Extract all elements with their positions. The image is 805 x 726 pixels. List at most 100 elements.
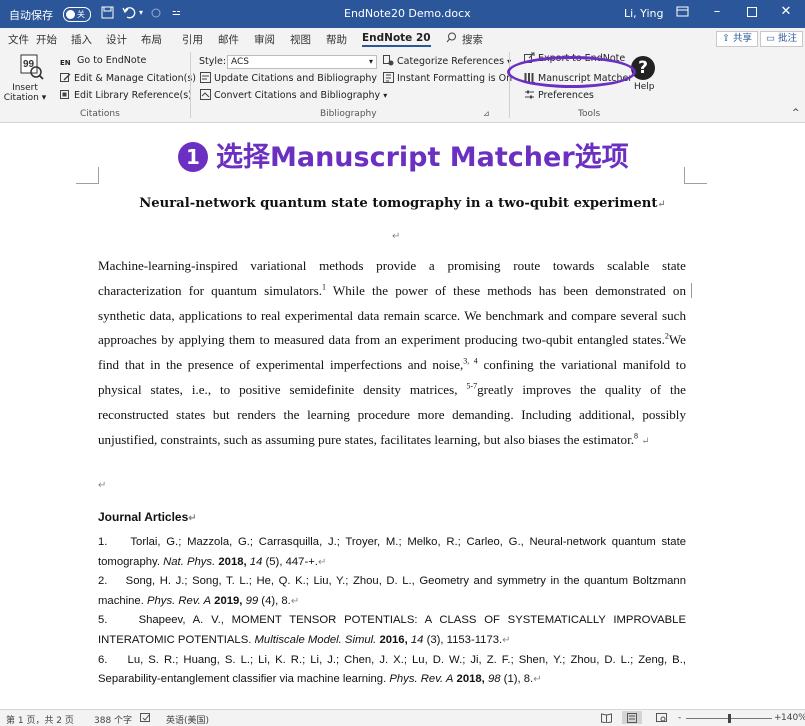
undo-icon[interactable] <box>122 6 136 23</box>
annotation-highlight-ellipse <box>507 56 636 88</box>
comment-icon: ▭ <box>766 33 775 44</box>
convert-icon <box>200 89 211 100</box>
read-mode-icon[interactable] <box>601 713 612 726</box>
zoom-out-button[interactable]: - <box>678 713 681 723</box>
web-layout-icon[interactable] <box>656 713 667 726</box>
search-icon[interactable] <box>446 32 457 46</box>
style-label: Style: <box>199 56 227 67</box>
preferences-label: Preferences <box>538 90 594 101</box>
categorize-references-button[interactable]: Categorize References ▾ <box>383 55 511 67</box>
style-dropdown[interactable]: ACS ▾ <box>227 55 377 69</box>
categorize-icon <box>383 55 394 66</box>
convert-citations-button[interactable]: Convert Citations and Bibliography ▾ <box>200 89 387 101</box>
title-bar: 自动保存 关 ▾ ⚍ EndNote20 Demo.docx Li, Ying … <box>0 0 805 28</box>
autosave-label: 自动保存 <box>9 9 53 22</box>
preferences-button[interactable]: Preferences <box>524 89 594 101</box>
maximize-icon[interactable] <box>741 4 763 21</box>
comment-label: 批注 <box>778 33 798 44</box>
categorize-label: Categorize References <box>397 56 505 67</box>
insert-citation-icon[interactable]: 99 <box>20 54 44 83</box>
tab-design[interactable]: 设计 <box>106 32 127 47</box>
share-label: 共享 <box>733 33 753 44</box>
tab-layout[interactable]: 布局 <box>141 32 162 47</box>
reference-list: 1. Torlai, G.; Mazzola, G.; Carrasquilla… <box>98 533 686 690</box>
preferences-icon <box>524 89 535 100</box>
instant-formatting-button[interactable]: Instant Formatting is On <box>383 72 512 84</box>
insert-citation-line1: Insert <box>12 83 38 93</box>
share-button[interactable]: ⇪ 共享 <box>716 31 759 47</box>
print-layout-icon[interactable] <box>622 711 642 724</box>
language-indicator[interactable]: 英语(美国) <box>166 713 209 726</box>
reference-item[interactable]: 6. Lu, S. R.; Huang, S. L.; Li, K. R.; L… <box>98 651 686 690</box>
proofing-icon[interactable] <box>140 713 151 726</box>
share-icon: ⇪ <box>722 33 730 44</box>
user-name[interactable]: Li, Ying <box>624 7 664 20</box>
update-icon <box>200 72 211 83</box>
zoom-slider-thumb[interactable] <box>728 714 731 723</box>
endnote-ribbon: 99 Insert Citation ▾ EN Go to EndNote Edi… <box>0 48 805 123</box>
help-label[interactable]: Help <box>634 82 655 92</box>
reference-item[interactable]: 5. Shapeev, A. V., MOMENT TENSOR POTENTI… <box>98 611 686 650</box>
autosave-state: 关 <box>77 10 85 19</box>
abstract-paragraph[interactable]: Machine-learning-inspired variational me… <box>98 254 686 454</box>
tab-help[interactable]: 帮助 <box>326 32 347 47</box>
collapse-ribbon-icon[interactable]: ^ <box>792 108 800 118</box>
references-heading[interactable]: Journal Articles↵ <box>98 510 197 524</box>
page-margin-corner <box>684 167 707 184</box>
ribbon-tabs: 文件 开始 插入 设计 布局 引用 邮件 审阅 视图 帮助 EndNote 20… <box>0 28 805 48</box>
tab-references[interactable]: 引用 <box>182 32 203 47</box>
citations-group-label: Citations <box>80 109 120 119</box>
zoom-level[interactable]: 140% <box>781 713 805 723</box>
page-count[interactable]: 第 1 页，共 2 页 <box>6 713 74 726</box>
paragraph-mark: ↵ <box>392 231 401 242</box>
edit-library-icon <box>60 89 71 100</box>
update-citations-label: Update Citations and Bibliography <box>214 73 378 84</box>
tab-review[interactable]: 审阅 <box>254 32 275 47</box>
status-bar: 第 1 页，共 2 页 388 个字 英语(美国) - + 140% <box>0 709 805 726</box>
tools-group-label: Tools <box>578 109 601 119</box>
instant-formatting-label: Instant Formatting is On <box>397 73 513 84</box>
document-title-heading[interactable]: Neural-network quantum state tomography … <box>0 196 805 211</box>
document-page: 1 选择Manuscript Matcher选项 Neural-network q… <box>0 123 805 709</box>
go-to-endnote-button[interactable]: EN Go to EndNote <box>60 55 146 70</box>
group-separator <box>509 52 510 118</box>
autosave-toggle[interactable]: 关 <box>63 7 91 22</box>
bibliography-group-label: Bibliography <box>320 109 377 119</box>
update-citations-button[interactable]: Update Citations and Bibliography <box>200 72 377 84</box>
tab-home[interactable]: 开始 <box>36 32 57 47</box>
edit-library-reference-button[interactable]: Edit Library Reference(s) <box>60 89 192 101</box>
redo-icon[interactable] <box>150 6 162 23</box>
undo-dropdown-icon[interactable]: ▾ <box>139 6 143 20</box>
page-margin-corner <box>76 167 99 184</box>
endnote-logo-icon: EN <box>60 59 71 67</box>
edit-manage-citations-button[interactable]: Edit & Manage Citation(s) <box>60 72 196 84</box>
insert-citation-line2: Citation ▾ <box>3 93 47 103</box>
chevron-down-icon: ▾ <box>383 91 388 100</box>
insert-citation-button[interactable]: Insert Citation ▾ <box>2 83 48 103</box>
minimize-icon[interactable]: – <box>706 4 728 19</box>
tab-view[interactable]: 视图 <box>290 32 311 47</box>
reference-item[interactable]: 2. Song, H. J.; Song, T. L.; He, Q. K.; … <box>98 572 686 611</box>
reference-item[interactable]: 1. Torlai, G.; Mazzola, G.; Carrasquilla… <box>98 533 686 572</box>
tab-file[interactable]: 文件 <box>8 32 29 47</box>
tab-insert[interactable]: 插入 <box>71 32 92 47</box>
dialog-launcher-icon[interactable]: ⊿ <box>483 109 490 118</box>
toggle-knob <box>66 10 75 19</box>
document-title: EndNote20 Demo.docx <box>344 7 471 20</box>
comment-button[interactable]: ▭ 批注 <box>760 31 804 47</box>
edit-citation-icon <box>60 72 71 83</box>
search-box[interactable]: 搜索 <box>462 32 483 47</box>
tab-mailings[interactable]: 邮件 <box>218 32 239 47</box>
annotation-step-number: 1 <box>178 142 208 172</box>
word-count[interactable]: 388 个字 <box>94 713 132 726</box>
save-icon[interactable] <box>101 6 114 23</box>
ribbon-display-icon[interactable] <box>676 6 689 21</box>
edit-manage-label: Edit & Manage Citation(s) <box>74 73 196 84</box>
convert-citations-label: Convert Citations and Bibliography <box>214 90 381 101</box>
customize-icon[interactable]: ⚍ <box>172 6 181 20</box>
annotation-text: 选择Manuscript Matcher选项 <box>216 142 629 173</box>
instant-formatting-icon <box>383 72 394 83</box>
chevron-down-icon: ▾ <box>368 57 373 66</box>
close-icon[interactable]: ✕ <box>775 4 797 19</box>
tab-endnote[interactable]: EndNote 20 <box>362 32 431 47</box>
